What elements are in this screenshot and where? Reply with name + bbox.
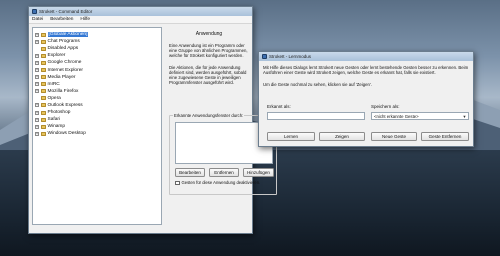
editor-menubar: Datei Bearbeiten Hilfe [29, 16, 252, 24]
tree-item[interactable]: + [Globale Aktionen] [35, 31, 159, 38]
tree-item[interactable]: + Safari [35, 116, 159, 123]
tree-item-label: Outlook Express [47, 102, 83, 108]
disable-gestures-label: Gesten für diese Anwendung deaktivieren. [181, 180, 261, 185]
recognized-label: Erkannt als: [267, 104, 291, 109]
app-icon [262, 54, 267, 59]
tree-item-label: Safari [47, 117, 61, 123]
edit-button[interactable]: Bearbeiten [175, 168, 205, 177]
expand-icon[interactable]: + [35, 117, 39, 122]
learn-button[interactable]: Lernen [267, 132, 315, 141]
expand-icon[interactable]: + [35, 110, 39, 115]
folder-icon [40, 103, 46, 108]
tree-item[interactable]: + Explorer [35, 52, 159, 59]
tree-item[interactable]: + mIRC [35, 81, 159, 88]
folder-icon [40, 32, 46, 37]
section-title: Anwendung [195, 31, 223, 37]
menu-bearbeiten[interactable]: Bearbeiten [50, 17, 73, 22]
tree-item-label: Google Chrome [47, 60, 82, 66]
expand-icon[interactable]: + [35, 39, 39, 44]
expand-icon[interactable]: + [35, 131, 39, 136]
application-details-pane: Anwendung Eine Anwendung ist ein Program… [169, 27, 277, 195]
recognized-field [267, 112, 365, 120]
folder-icon [40, 110, 46, 115]
learn-description: Mit Hilfe dieses Dialogs lernt StrokeIt … [263, 65, 469, 76]
expand-icon[interactable]: + [35, 89, 39, 94]
description-paragraph-2: Die Aktionen, die für jede Anwendung def… [169, 64, 247, 86]
tree-item-label: Chat Programs [47, 39, 80, 45]
expand-icon[interactable]: + [35, 75, 39, 80]
learn-titlebar[interactable]: StrokeIt - Lernmodus [259, 52, 473, 61]
tree-item[interactable]: + Windows Desktop [35, 130, 159, 137]
expand-icon[interactable]: + [35, 82, 39, 87]
tree-item-label: Disabled Apps [47, 46, 79, 52]
disable-gestures-checkbox[interactable] [175, 180, 180, 185]
folder-icon [40, 117, 46, 122]
expand-icon[interactable]: + [35, 60, 39, 65]
tree-item-label: mIRC [47, 81, 60, 87]
remove-button[interactable]: Entfernen [209, 168, 239, 177]
leaf-spacer [35, 96, 39, 100]
tree-item[interactable]: + Google Chrome [35, 59, 159, 66]
description-paragraph-1: Eine Anwendung ist ein Programm oder ein… [169, 43, 248, 59]
remove-gesture-button[interactable]: Geste Entfernen [421, 132, 469, 141]
tree-item-label: Media Player [47, 74, 76, 80]
tree-item[interactable]: + Chat Programs [35, 38, 159, 45]
group-label: Erkannte Anwendungsfenster durch: [173, 113, 245, 118]
tree-item[interactable]: Opera [35, 95, 159, 102]
learn-hint: Um die Geste nochmal zu sehen, klicken s… [263, 81, 372, 87]
tree-item-label: Photoshop [47, 110, 71, 116]
tree-item[interactable]: + Media Player [35, 74, 159, 81]
folder-icon [40, 96, 46, 101]
tree-item[interactable]: Disabled Apps [35, 45, 159, 52]
new-gesture-button[interactable]: Neue Geste [371, 132, 417, 141]
expand-icon[interactable]: + [35, 103, 39, 108]
save-as-label: Speichern als: [371, 104, 400, 109]
folder-icon [40, 89, 46, 94]
tree-item-label: Opera [47, 95, 61, 101]
application-tree[interactable]: + [Globale Aktionen] + Chat Programs Disable… [32, 27, 162, 225]
app-icon [32, 9, 37, 14]
expand-icon[interactable]: + [35, 32, 39, 37]
learn-body: Mit Hilfe dieses Dialogs lernt StrokeIt … [259, 61, 473, 91]
expand-icon[interactable]: + [35, 68, 39, 73]
editor-titlebar[interactable]: StrokeIt - Command Editor [29, 7, 252, 16]
folder-icon [40, 53, 46, 58]
folder-icon [40, 68, 46, 73]
folder-icon [40, 60, 46, 65]
folder-icon [40, 82, 46, 87]
folder-icon [40, 75, 46, 80]
chevron-down-icon[interactable]: ▼ [462, 114, 467, 119]
folder-icon [40, 131, 46, 136]
menu-datei[interactable]: Datei [32, 17, 43, 22]
tree-item[interactable]: + Mozilla Firefox [35, 88, 159, 95]
folder-icon [40, 39, 46, 44]
disable-gestures-row: Gesten für diese Anwendung deaktivieren. [175, 180, 262, 185]
save-as-value: <nicht erkannte Geste> [374, 113, 419, 119]
folder-icon [40, 124, 46, 129]
add-button[interactable]: Hinzufügen [243, 168, 274, 177]
folder-icon [40, 46, 46, 51]
command-editor-window: StrokeIt - Command Editor Datei Bearbeit… [28, 6, 277, 234]
tree-item-label: [Globale Aktionen] [47, 32, 89, 38]
expand-icon[interactable]: + [35, 53, 39, 58]
save-as-combo[interactable]: <nicht erkannte Geste> ▼ [371, 112, 469, 120]
tree-item[interactable]: + Internet Explorer [35, 66, 159, 73]
tree-item[interactable]: + Outlook Express [35, 102, 159, 109]
tree-item-label: Winamp [47, 124, 66, 130]
leaf-spacer [35, 47, 39, 51]
tree-item-label: Internet Explorer [47, 67, 83, 73]
tree-item[interactable]: + Photoshop [35, 109, 159, 116]
tree-item-label: Windows Desktop [47, 131, 86, 137]
expand-icon[interactable]: + [35, 124, 39, 129]
learn-mode-dialog: StrokeIt - Lernmodus Mit Hilfe dieses Di… [258, 51, 474, 147]
menu-hilfe[interactable]: Hilfe [80, 17, 90, 22]
show-button[interactable]: Zeigen [319, 132, 365, 141]
learn-title: StrokeIt - Lernmodus [269, 54, 312, 59]
tree-item[interactable]: + Winamp [35, 123, 159, 130]
editor-title: StrokeIt - Command Editor [39, 9, 93, 14]
tree-item-label: Explorer [47, 53, 66, 59]
tree-item-label: Mozilla Firefox [47, 88, 79, 94]
